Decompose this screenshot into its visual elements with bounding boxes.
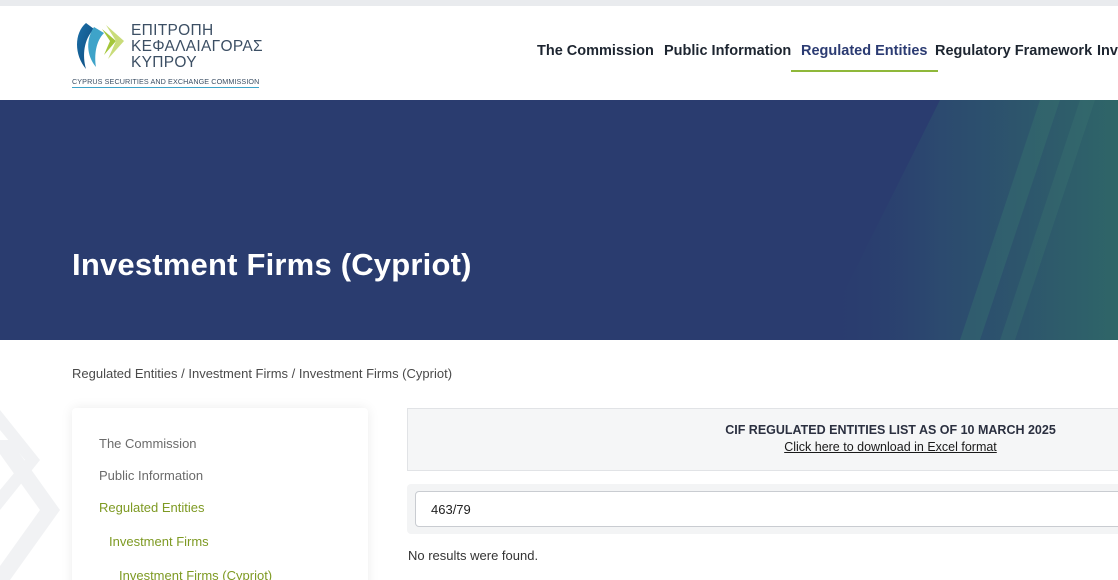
nav-item-the-commission[interactable]: The Commission: [537, 42, 654, 72]
search-input[interactable]: [415, 491, 1118, 527]
breadcrumb-separator: /: [288, 366, 299, 381]
breadcrumb-item-current: Investment Firms (Cypriot): [298, 366, 453, 381]
sidebar-item-investment-firms[interactable]: Investment Firms: [109, 534, 209, 549]
background-chevron-decoration: [0, 410, 60, 580]
page-hero-banner: Investment Firms (Cypriot): [0, 100, 1118, 340]
excel-download-link[interactable]: Click here to download in Excel format: [408, 440, 1118, 454]
nav-item-public-information[interactable]: Public Information: [664, 42, 791, 72]
main-nav: The Commission Public Information Regula…: [0, 42, 1118, 72]
hero-decoration: [820, 100, 1118, 340]
no-results-message: No results were found.: [408, 548, 539, 563]
nav-item-regulatory-framework[interactable]: Regulatory Framework: [935, 42, 1092, 72]
sidebar-item-regulated-entities[interactable]: Regulated Entities: [99, 500, 205, 515]
page-title: Investment Firms (Cypriot): [72, 247, 472, 282]
breadcrumb-item-investment-firms[interactable]: Investment Firms: [188, 366, 288, 381]
entities-list-notice: CIF REGULATED ENTITIES LIST AS OF 10 MAR…: [407, 408, 1118, 471]
nav-item-investors[interactable]: Inve: [1097, 42, 1118, 72]
sidebar-item-the-commission[interactable]: The Commission: [99, 436, 197, 451]
nav-item-regulated-entities[interactable]: Regulated Entities: [791, 42, 938, 72]
notice-title: CIF REGULATED ENTITIES LIST AS OF 10 MAR…: [725, 423, 1056, 437]
search-container: [407, 484, 1118, 534]
sidebar-nav: The Commission Public Information Regula…: [72, 408, 368, 580]
breadcrumb-separator: /: [177, 366, 189, 381]
logo-english-name: CYPRUS SECURITIES AND EXCHANGE COMMISSIO…: [72, 77, 260, 88]
site-header: ΕΠΙΤΡΟΠΗ ΚΕΦΑΛΑΙΑΓΟΡΑΣ ΚΥΠΡΟΥ CYPRUS SEC…: [0, 6, 1118, 100]
sidebar-item-investment-firms-cypriot[interactable]: Investment Firms (Cypriot): [119, 568, 272, 580]
sidebar-item-public-information[interactable]: Public Information: [99, 468, 203, 483]
breadcrumb: Regulated Entities / Investment Firms / …: [72, 366, 452, 381]
logo-greek-line1: ΕΠΙΤΡΟΠΗ: [131, 22, 214, 39]
breadcrumb-item-regulated-entities[interactable]: Regulated Entities: [72, 366, 178, 381]
